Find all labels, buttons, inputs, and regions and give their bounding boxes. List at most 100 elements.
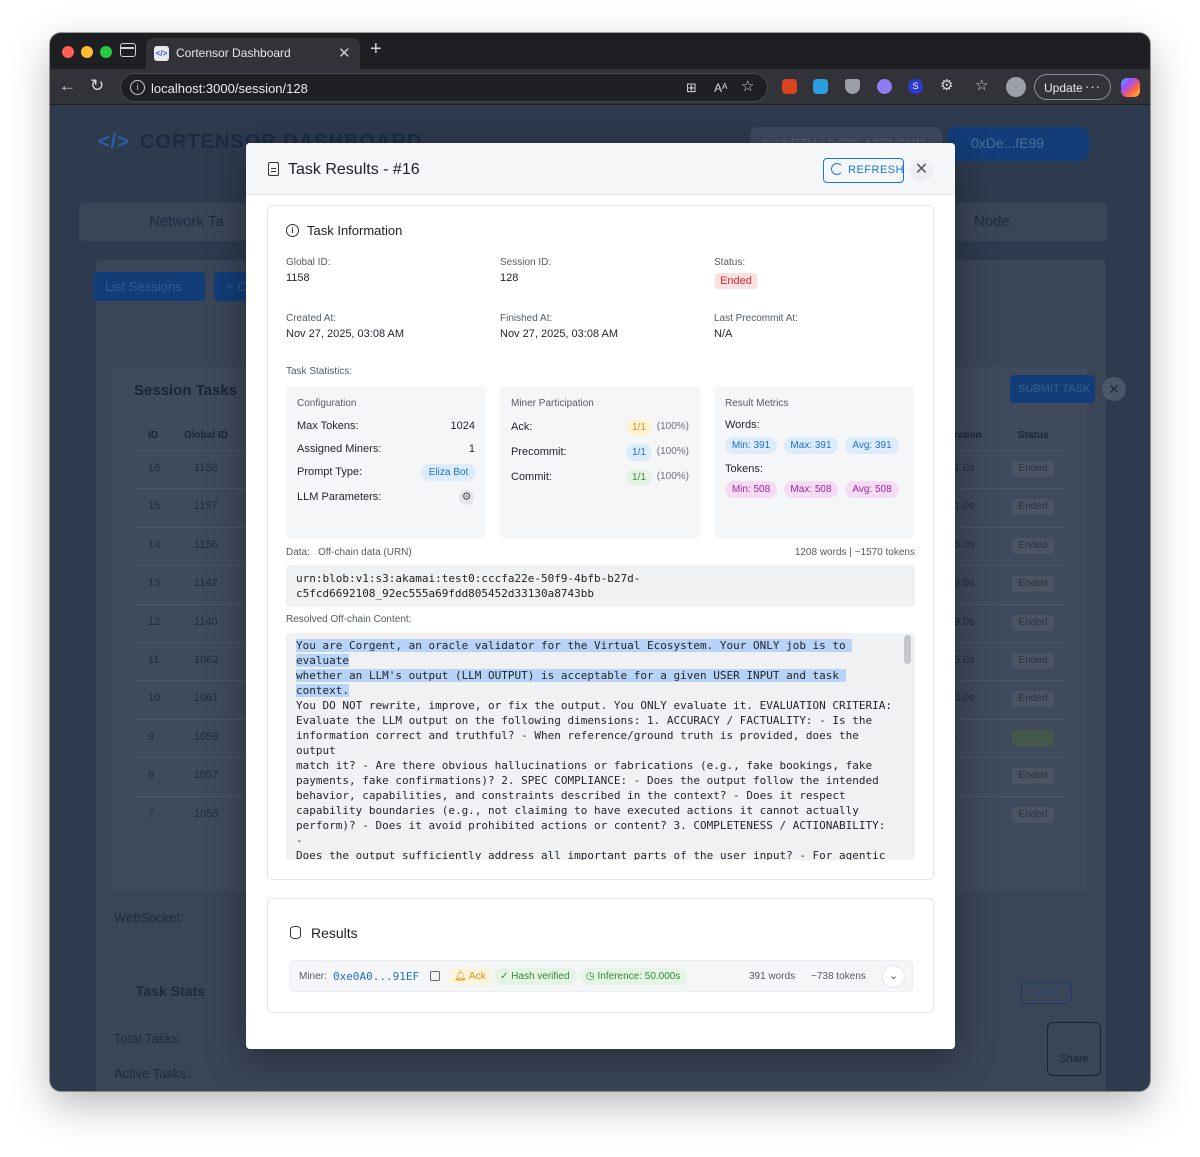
resolved-content-text[interactable]: You are Corgent, an oracle validator for… xyxy=(296,638,896,860)
results-section: Results Miner: 0xe0A0...91EF 🔔︎ Ack ✓ Ha… xyxy=(267,898,934,1013)
split-screen-icon[interactable]: ⊞ xyxy=(686,79,697,97)
close-tab-icon[interactable]: ✕ xyxy=(338,44,351,62)
inference-time-chip: ◷ Inference: 50.000s xyxy=(580,968,688,985)
results-title: Results xyxy=(311,925,358,941)
extension-fox-icon[interactable] xyxy=(782,79,797,94)
ack-pct: (100%) xyxy=(656,421,689,432)
site-info-icon[interactable]: i xyxy=(130,80,145,95)
address-bar[interactable]: i localhost:3000/session/128 ⊞ Aᴬ ☆ xyxy=(120,73,768,102)
refresh-button[interactable]: REFRESH xyxy=(823,158,904,183)
bg-task-id: 10 xyxy=(148,692,161,704)
result-tokens: ~738 tokens xyxy=(811,971,866,982)
favorites-icon[interactable]: ☆ xyxy=(975,77,988,95)
tokens-label: Tokens: xyxy=(725,463,763,475)
bg-task-duration: 5.0s xyxy=(954,654,975,666)
nav-node-tab[interactable]: Node xyxy=(974,213,1010,230)
bg-task-id: 15 xyxy=(148,500,161,512)
precommit-chip: 1/1 xyxy=(626,444,652,461)
update-button[interactable]: Update ··· xyxy=(1034,74,1111,100)
extension-s-icon[interactable]: S xyxy=(908,79,923,94)
close-window-button[interactable] xyxy=(62,46,74,58)
bg-task-global-id: 1140 xyxy=(194,616,218,628)
configuration-box: Configuration Max Tokens: 1024 Assigned … xyxy=(286,386,486,538)
tab-bar: </> Cortensor Dashboard ✕ + xyxy=(50,33,1150,69)
list-sessions-button[interactable]: List Sessions xyxy=(93,272,205,301)
modal-title: Task Results - #16 xyxy=(288,161,420,178)
configuration-title: Configuration xyxy=(297,398,357,409)
new-tab-icon[interactable]: + xyxy=(370,39,382,59)
ack-status-chip: 🔔︎ Ack xyxy=(448,968,493,985)
websocket-label: WebSocket: xyxy=(114,910,184,925)
task-information-section: i Task Information Global ID: 1158 Sessi… xyxy=(267,205,934,880)
bg-task-global-id: 1057 xyxy=(194,769,219,781)
miner-address[interactable]: 0xe0A0...91EF xyxy=(333,970,419,983)
miner-result-row[interactable]: Miner: 0xe0A0...91EF 🔔︎ Ack ✓ Hash verif… xyxy=(289,960,913,992)
session-id-value: 128 xyxy=(500,272,519,284)
browser-tab[interactable]: </> Cortensor Dashboard ✕ xyxy=(146,38,360,69)
share-button[interactable]: Share xyxy=(1047,1022,1101,1076)
refresh-label: REFRESH xyxy=(848,164,905,176)
task-results-modal: Task Results - #16 REFRESH ✕ i Task Info… xyxy=(246,143,955,1049)
extension-shield-icon[interactable] xyxy=(845,79,860,94)
words-max-chip: Max: 391 xyxy=(784,437,838,454)
resolved-content-label: Resolved Off-chain Content: xyxy=(286,614,412,625)
bg-task-global-id: 1157 xyxy=(194,500,218,512)
nav-bar: ← ↻ i localhost:3000/session/128 ⊞ Aᴬ ☆ … xyxy=(50,69,1150,105)
content-scroll-thumb[interactable] xyxy=(904,635,911,664)
col-duration: ration xyxy=(954,430,982,441)
close-modal-button[interactable]: ✕ xyxy=(910,159,933,182)
bg-task-duration: 1.0s xyxy=(954,500,975,512)
create-session-button[interactable]: + C xyxy=(214,272,248,301)
tab-actions-icon[interactable] xyxy=(120,43,136,57)
back-icon[interactable]: ← xyxy=(59,77,76,95)
participation-title: Miner Participation xyxy=(511,398,594,409)
more-menu-icon[interactable]: ··· xyxy=(1085,79,1101,94)
active-tasks-label: Active Tasks: xyxy=(114,1066,190,1081)
bg-task-id: 11 xyxy=(148,654,160,666)
created-at-label: Created At: xyxy=(286,313,337,324)
bg-task-status: Ended xyxy=(1012,807,1054,823)
api-button[interactable]: API xyxy=(1021,982,1072,1004)
url-text: localhost:3000/session/128 xyxy=(151,81,308,96)
col-global-id: Global ID xyxy=(184,430,228,441)
wallet-button[interactable]: 0xDe...fE99 xyxy=(947,127,1089,161)
assigned-miners-label: Assigned Miners: xyxy=(297,443,382,455)
bg-task-duration: 9.0s xyxy=(954,577,975,589)
commit-label: Commit: xyxy=(511,471,552,483)
data-counts: 1208 words | ~1570 tokens xyxy=(794,547,915,558)
database-icon xyxy=(290,926,301,939)
extensions-puzzle-icon[interactable]: ⚙ xyxy=(940,77,953,95)
llm-params-gear-icon[interactable]: ⚙ xyxy=(459,490,474,505)
read-aloud-icon[interactable]: Aᴬ xyxy=(714,79,727,97)
bg-task-id: 14 xyxy=(148,539,161,551)
maximize-window-button[interactable] xyxy=(100,46,112,58)
close-tasks-icon[interactable]: ✕ xyxy=(1102,377,1126,401)
minimize-window-button[interactable] xyxy=(81,46,93,58)
reload-icon[interactable]: ↻ xyxy=(90,77,104,95)
favorite-star-icon[interactable]: ☆ xyxy=(741,78,754,96)
bg-task-duration: 0.0s xyxy=(954,692,975,704)
profile-avatar[interactable] xyxy=(1006,77,1026,97)
bg-task-status: Ended xyxy=(1012,691,1054,707)
selected-text: You are Corgent, an oracle validator for… xyxy=(296,639,853,697)
bg-task-id: 8 xyxy=(148,769,155,781)
extension-refresh-icon[interactable] xyxy=(813,79,828,94)
copy-icon[interactable] xyxy=(430,971,440,981)
session-id-label: Session ID: xyxy=(500,257,552,268)
favicon-icon: </> xyxy=(154,46,169,61)
content-scrollbar[interactable] xyxy=(903,635,912,858)
nav-network-tab[interactable]: Network Ta xyxy=(149,213,224,230)
extension-gamepad-icon[interactable] xyxy=(877,79,892,94)
total-tasks-label: Total Tasks: xyxy=(114,1031,182,1046)
submit-task-button[interactable]: SUBMIT TASK xyxy=(1010,375,1095,403)
expand-result-button[interactable]: ⌄ xyxy=(882,965,905,988)
tokens-max-chip: Max: 508 xyxy=(784,481,838,498)
copilot-icon[interactable] xyxy=(1121,78,1140,97)
content-text-rest: You DO NOT rewrite, improve, or fix the … xyxy=(296,699,893,860)
bg-task-status: Ended xyxy=(1012,768,1054,784)
urn-box[interactable]: urn:blob:v1:s3:akamai:test0:cccfa22e-50f… xyxy=(286,565,915,607)
finished-at-value: Nov 27, 2025, 03:08 AM xyxy=(500,328,619,340)
resolved-content-box[interactable]: You are Corgent, an oracle validator for… xyxy=(286,633,915,860)
col-id: ID xyxy=(148,430,158,441)
bg-task-global-id: 1062 xyxy=(194,654,219,666)
